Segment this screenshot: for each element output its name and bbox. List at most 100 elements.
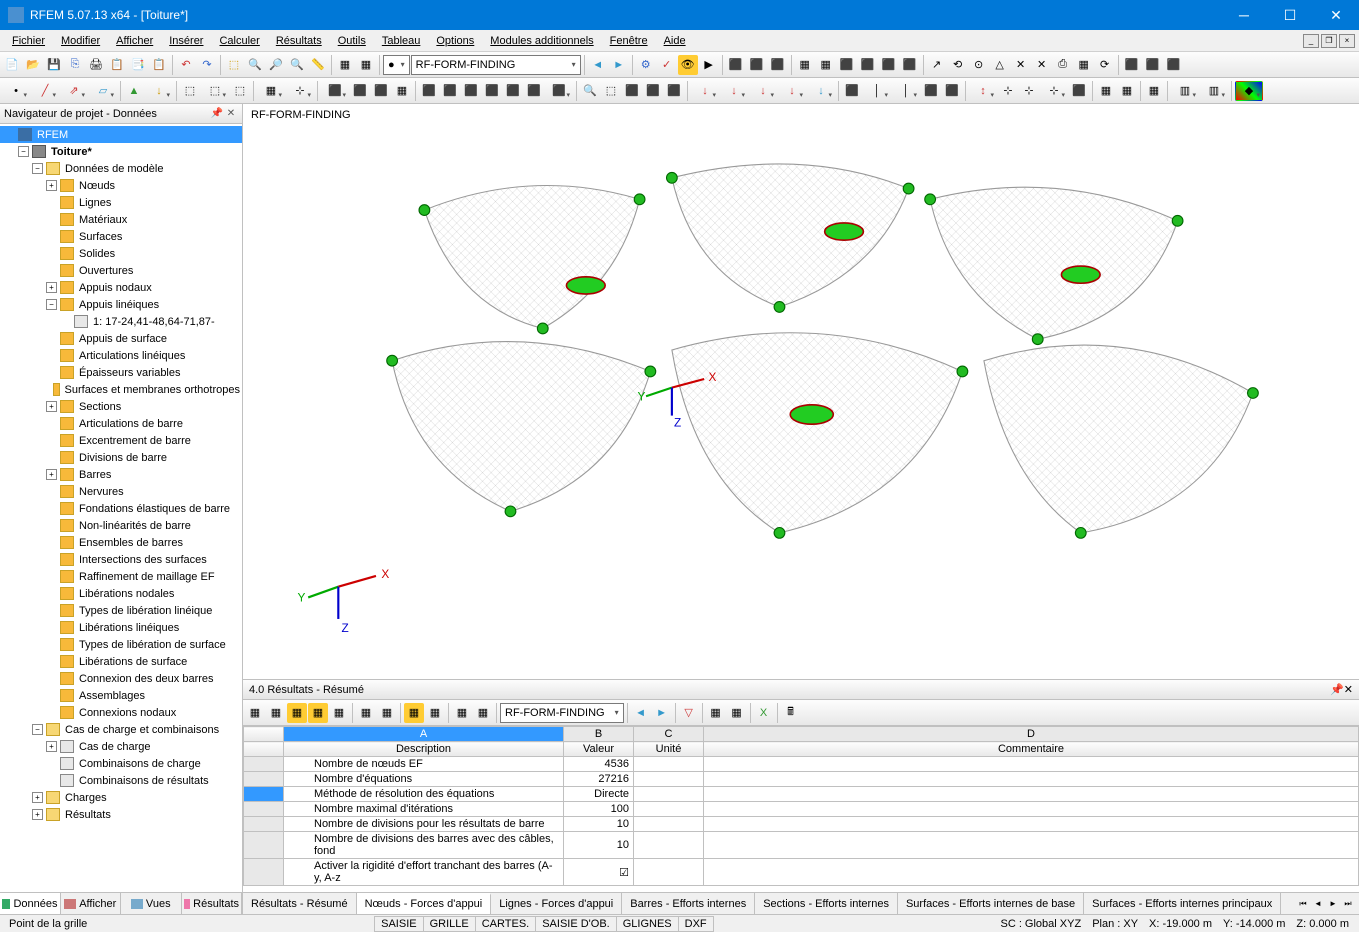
- table-row[interactable]: Nombre de nœuds EF4536: [244, 757, 1359, 772]
- status-toggle-dxf[interactable]: DXF: [678, 916, 714, 932]
- tree-model[interactable]: −Toiture*: [0, 143, 242, 160]
- disp-b[interactable]: ⬛: [440, 81, 460, 101]
- nav-tab-donnees[interactable]: Données: [0, 893, 61, 914]
- scale-b[interactable]: ⊹: [998, 81, 1018, 101]
- 3d-viewport[interactable]: RF-FORM-FINDING: [243, 104, 1359, 679]
- menu-aide[interactable]: Aide: [656, 33, 694, 49]
- num-b[interactable]: ↓: [720, 81, 748, 101]
- table-row[interactable]: Nombre d'équations27216: [244, 772, 1359, 787]
- menu-fenetre[interactable]: Fenêtre: [602, 33, 656, 49]
- disp-f[interactable]: ⬛: [524, 81, 544, 101]
- rt-g[interactable]: ▦: [425, 703, 445, 723]
- status-toggle-saisie-ob[interactable]: SAISIE D'OB.: [535, 916, 617, 932]
- preview-icon[interactable]: 📋: [107, 55, 127, 75]
- tree-item[interactable]: Libérations de surface: [0, 653, 242, 670]
- scale-a[interactable]: ↕: [969, 81, 997, 101]
- scale-d[interactable]: ⊹: [1040, 81, 1068, 101]
- tool-u[interactable]: ⬛: [1164, 55, 1184, 75]
- menu-resultats[interactable]: Résultats: [268, 33, 330, 49]
- tree-item[interactable]: Lignes: [0, 194, 242, 211]
- rt-calc[interactable]: 🖩: [781, 703, 801, 723]
- table-row[interactable]: Nombre de divisions pour les résultats d…: [244, 817, 1359, 832]
- tree-item[interactable]: Matériaux: [0, 211, 242, 228]
- tool-g[interactable]: ⬛: [858, 55, 878, 75]
- menu-inserer[interactable]: Insérer: [161, 33, 211, 49]
- menu-modifier[interactable]: Modifier: [53, 33, 108, 49]
- tree-item[interactable]: Connexions nodaux: [0, 704, 242, 721]
- render-d[interactable]: ⬛: [643, 81, 663, 101]
- tool-p[interactable]: ⎙: [1053, 55, 1073, 75]
- view-a[interactable]: ⬛: [321, 81, 349, 101]
- sel-a[interactable]: ⬚: [180, 81, 200, 101]
- tool-q[interactable]: ▦: [1074, 55, 1094, 75]
- rt-next-lc[interactable]: ►: [652, 703, 672, 723]
- tree-lc-item[interactable]: Combinaisons de résultats: [0, 772, 242, 789]
- zoom-window-icon[interactable]: 🔎: [266, 55, 286, 75]
- view-d[interactable]: ▦: [392, 81, 412, 101]
- measure-icon[interactable]: 📏: [308, 55, 328, 75]
- tree-item[interactable]: Ouvertures: [0, 262, 242, 279]
- res-e[interactable]: ⬛: [942, 81, 962, 101]
- scale-e[interactable]: ⬛: [1069, 81, 1089, 101]
- tool-i[interactable]: ⬛: [900, 55, 920, 75]
- nav-tab-vues[interactable]: Vues: [121, 893, 182, 914]
- results-tab-resume[interactable]: Résultats - Résumé: [243, 893, 357, 914]
- grid-tool[interactable]: ▦: [257, 81, 285, 101]
- tab-last-icon[interactable]: ⏭: [1341, 897, 1355, 911]
- tree-item[interactable]: +Sections: [0, 398, 242, 415]
- scale-c[interactable]: ⊹: [1019, 81, 1039, 101]
- table-row[interactable]: Activer la rigidité d'effort tranchant d…: [244, 859, 1359, 886]
- view-b[interactable]: ⬛: [350, 81, 370, 101]
- rt-a[interactable]: ▦: [245, 703, 265, 723]
- pin-icon[interactable]: 📌: [210, 107, 224, 121]
- tree-results[interactable]: +Résultats: [0, 806, 242, 823]
- render-b[interactable]: ⬚: [601, 81, 621, 101]
- res-d[interactable]: ⬛: [921, 81, 941, 101]
- col-a[interactable]: ▦: [1144, 81, 1164, 101]
- table-icon[interactable]: ▦: [335, 55, 355, 75]
- redo-icon[interactable]: ↷: [197, 55, 217, 75]
- tree-load-cases[interactable]: −Cas de charge et combinaisons: [0, 721, 242, 738]
- tool-s[interactable]: ⬛: [1122, 55, 1142, 75]
- status-toggle-cartes[interactable]: CARTES.: [475, 916, 536, 932]
- rt-j[interactable]: ▦: [706, 703, 726, 723]
- tree-item[interactable]: +Barres: [0, 466, 242, 483]
- tree-item[interactable]: +Appuis nodaux: [0, 279, 242, 296]
- loadcase-combo[interactable]: RF-FORM-FINDING: [411, 55, 581, 75]
- disp-c[interactable]: ⬛: [461, 81, 481, 101]
- check-icon[interactable]: ✓: [657, 55, 677, 75]
- menu-fichier[interactable]: Fichier: [4, 33, 53, 49]
- tab-next-icon[interactable]: ►: [1326, 897, 1340, 911]
- tree-item[interactable]: −Appuis linéiques: [0, 296, 242, 313]
- rt-f[interactable]: ▦: [404, 703, 424, 723]
- tool-a[interactable]: ⬛: [726, 55, 746, 75]
- tree-item[interactable]: Épaisseurs variables: [0, 364, 242, 381]
- render-c[interactable]: ⬛: [622, 81, 642, 101]
- results-tab-barres[interactable]: Barres - Efforts internes: [622, 893, 755, 914]
- tool-n[interactable]: ✕: [1011, 55, 1031, 75]
- tool-e[interactable]: ▦: [816, 55, 836, 75]
- menu-modules[interactable]: Modules additionnels: [482, 33, 601, 49]
- last-tool[interactable]: ◆: [1235, 81, 1263, 101]
- new-icon[interactable]: 📄: [2, 55, 22, 75]
- tree-item[interactable]: Ensembles de barres: [0, 534, 242, 551]
- member-tool[interactable]: ⇗: [60, 81, 88, 101]
- table-row[interactable]: Méthode de résolution des équationsDirec…: [244, 787, 1359, 802]
- tree-item[interactable]: +Nœuds: [0, 177, 242, 194]
- tool-o[interactable]: ✕: [1032, 55, 1052, 75]
- tool-d[interactable]: ▦: [795, 55, 815, 75]
- tool-l[interactable]: ⊙: [969, 55, 989, 75]
- rt-excel[interactable]: X: [754, 703, 774, 723]
- disp-a[interactable]: ⬛: [419, 81, 439, 101]
- tree-root-rfem[interactable]: RFEM: [0, 126, 242, 143]
- tree-item[interactable]: Articulations linéiques: [0, 347, 242, 364]
- save-all-icon[interactable]: ⎘: [65, 55, 85, 75]
- undo-icon[interactable]: ↶: [176, 55, 196, 75]
- tree-model-data[interactable]: −Données de modèle: [0, 160, 242, 177]
- tree-item[interactable]: Fondations élastiques de barre: [0, 500, 242, 517]
- results-tab-surfaces-princ[interactable]: Surfaces - Efforts internes principaux: [1084, 893, 1281, 914]
- rt-c[interactable]: ▦: [287, 703, 307, 723]
- table-row[interactable]: Nombre de divisions des barres avec des …: [244, 832, 1359, 859]
- disp-e[interactable]: ⬛: [503, 81, 523, 101]
- num-c[interactable]: ↓: [749, 81, 777, 101]
